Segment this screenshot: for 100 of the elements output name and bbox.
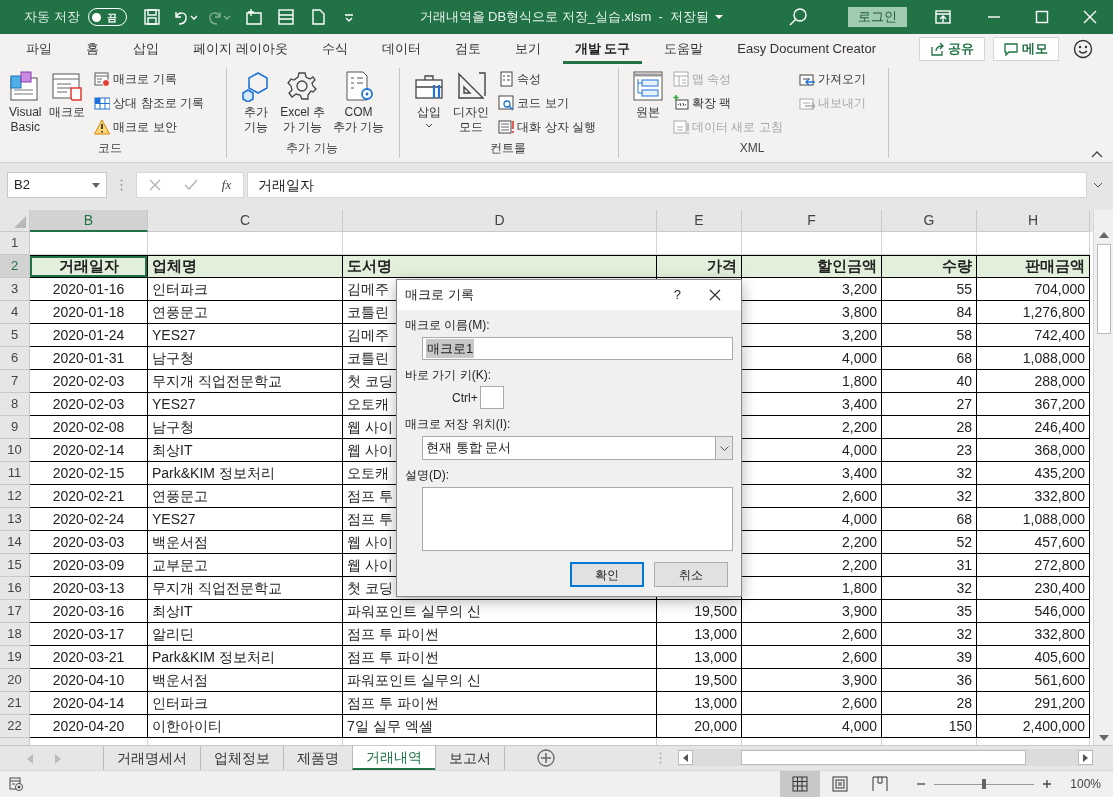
- smiley-icon[interactable]: [1073, 39, 1093, 59]
- row-header[interactable]: 15: [0, 554, 30, 577]
- ribbon-button[interactable]: Excel 추 가 기능: [277, 68, 328, 139]
- row-header[interactable]: 10: [0, 439, 30, 462]
- ribbon-button[interactable]: 디자인 모드: [450, 68, 493, 139]
- row-header[interactable]: 5: [0, 324, 30, 347]
- row-header[interactable]: 7: [0, 370, 30, 393]
- table-cell: 2020-03-13: [30, 577, 148, 600]
- ribbon-button[interactable]: 추가 기능: [237, 68, 276, 139]
- row-header[interactable]: 3: [0, 278, 30, 301]
- row-header[interactable]: 13: [0, 508, 30, 531]
- gear-icon: [286, 70, 319, 102]
- save-icon[interactable]: [142, 8, 161, 26]
- maximize-icon[interactable]: [1035, 10, 1049, 24]
- row-header[interactable]: 16: [0, 577, 30, 600]
- dialog-button[interactable]: 확인: [570, 562, 644, 587]
- dialog-button[interactable]: 취소: [654, 562, 728, 587]
- table-cell: 2020-02-03: [30, 393, 148, 416]
- ribbon-tab[interactable]: 데이터: [369, 36, 433, 64]
- row-header[interactable]: 12: [0, 485, 30, 508]
- ribbon-button[interactable]: 삽입: [410, 68, 449, 139]
- shortcut-key-field[interactable]: [479, 386, 504, 409]
- view-button[interactable]: [780, 770, 821, 797]
- row-header[interactable]: 20: [0, 669, 30, 692]
- column-heading[interactable]: H: [977, 210, 1090, 232]
- share-button[interactable]: 공유: [919, 37, 985, 61]
- input-field[interactable]: 매크로1: [422, 337, 733, 360]
- ribbon-tab[interactable]: 수식: [309, 36, 360, 64]
- ribbon-small-button[interactable]: 가져오기: [798, 68, 866, 89]
- row-header[interactable]: 14: [0, 531, 30, 554]
- form-icon[interactable]: [276, 8, 295, 26]
- row-header[interactable]: 22: [0, 715, 30, 738]
- row-header[interactable]: 2: [0, 255, 30, 278]
- row-header[interactable]: 11: [0, 462, 30, 485]
- row-header[interactable]: 8: [0, 393, 30, 416]
- ribbon-tab[interactable]: 보기: [502, 36, 553, 64]
- formula-field[interactable]: 거래일자: [247, 172, 1087, 198]
- ribbon-small-button[interactable]: 대화 상자 실행: [498, 116, 596, 137]
- row-header[interactable]: 21: [0, 692, 30, 715]
- ribbon-small-button[interactable]: 상대 참조로 기록: [94, 92, 205, 113]
- column-heading[interactable]: B: [30, 210, 148, 232]
- map-icon: [672, 70, 689, 87]
- ribbon-small-button[interactable]: 속성: [498, 68, 596, 89]
- insert-function-button[interactable]: fx: [221, 175, 232, 195]
- horizontal-scrollbar[interactable]: [678, 749, 1093, 766]
- row-header[interactable]: 4: [0, 301, 30, 324]
- description-field[interactable]: [422, 487, 733, 551]
- row-header[interactable]: 17: [0, 600, 30, 623]
- ribbon-small-button[interactable]: 확장 팩: [672, 92, 783, 113]
- add-sheet-icon[interactable]: [537, 749, 555, 767]
- ribbon-button[interactable]: 매크로: [46, 68, 89, 139]
- ribbon-tab[interactable]: 홈: [74, 36, 111, 64]
- zoom-in-icon[interactable]: [1042, 779, 1053, 789]
- title-caret-icon[interactable]: [715, 14, 724, 20]
- row-header[interactable]: 19: [0, 646, 30, 669]
- row-header[interactable]: 6: [0, 347, 30, 370]
- name-box[interactable]: B2: [7, 172, 107, 198]
- ribbon-button[interactable]: COM 추가 기능: [329, 68, 388, 139]
- ribbon-tab[interactable]: 개발 도구: [562, 36, 643, 64]
- ribbon-tab[interactable]: Easy Document Creator: [725, 36, 888, 64]
- help-button[interactable]: ?: [673, 285, 681, 305]
- ribbon-tab[interactable]: 페이지 레이아웃: [181, 36, 300, 64]
- scroll-thumb[interactable]: [741, 750, 1026, 765]
- zoom-level[interactable]: 100%: [1070, 775, 1101, 793]
- sheet-tab[interactable]: 거래내역: [352, 746, 435, 770]
- search-icon[interactable]: [788, 7, 808, 27]
- row-header[interactable]: 18: [0, 623, 30, 646]
- login-button[interactable]: 로그인: [848, 7, 907, 27]
- column-heading[interactable]: E: [657, 210, 742, 232]
- ribbon-display-icon[interactable]: [935, 10, 951, 24]
- table-cell: 최상IT: [148, 600, 343, 623]
- zoom-slider[interactable]: [934, 779, 1035, 789]
- enter-check-icon[interactable]: [184, 179, 199, 191]
- vertical-scrollbar[interactable]: [1093, 210, 1113, 745]
- close-icon[interactable]: [709, 289, 721, 301]
- location-dropdown[interactable]: 현재 통합 문서: [422, 436, 733, 460]
- ribbon-button[interactable]: Visual Basic: [6, 68, 45, 139]
- comments-button[interactable]: 메모: [993, 37, 1059, 61]
- column-heading[interactable]: G: [882, 210, 977, 232]
- ribbon-tab[interactable]: 검토: [442, 36, 493, 64]
- ribbon-small-button[interactable]: 매크로 기록: [94, 68, 205, 89]
- column-heading[interactable]: C: [148, 210, 343, 232]
- expand-formula-icon[interactable]: [1093, 182, 1103, 188]
- customize-caret-icon[interactable]: [342, 11, 355, 23]
- column-heading[interactable]: F: [742, 210, 882, 232]
- row-header[interactable]: 9: [0, 416, 30, 439]
- column-heading[interactable]: D: [343, 210, 657, 232]
- column-header: 거래일자: [30, 255, 148, 278]
- ribbon-tab[interactable]: 삽입: [121, 36, 171, 64]
- new-sheet-icon[interactable]: [244, 8, 263, 26]
- row-header[interactable]: 1: [0, 232, 30, 255]
- ribbon-tab[interactable]: 파일: [14, 36, 64, 64]
- ribbon-button[interactable]: 원본: [628, 68, 667, 139]
- comment-icon: [1004, 42, 1018, 56]
- collapse-ribbon-icon[interactable]: [1091, 150, 1103, 158]
- ribbon-tab[interactable]: 도움말: [652, 36, 716, 64]
- ribbon-small-button[interactable]: 코드 보기: [498, 92, 596, 113]
- zoom-slider-thumb[interactable]: [982, 779, 987, 789]
- ribbon-small-button[interactable]: 매크로 보안: [94, 116, 205, 137]
- scroll-thumb[interactable]: [1096, 244, 1111, 334]
